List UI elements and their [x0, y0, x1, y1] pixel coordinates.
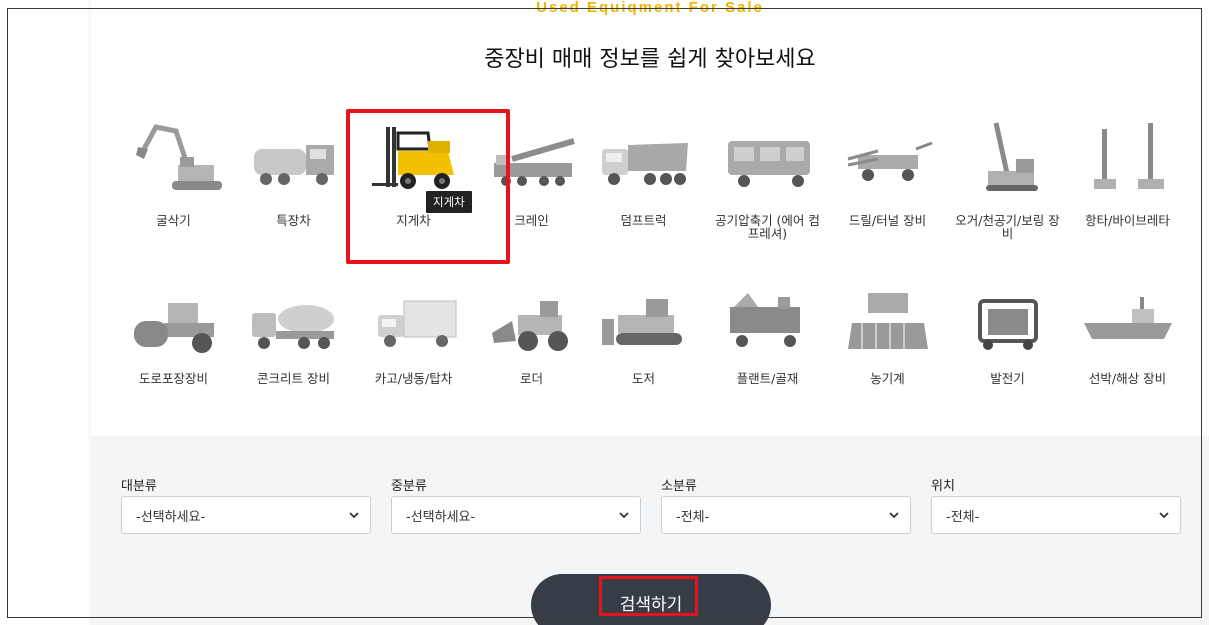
screenshot-frame: [7, 8, 1202, 618]
